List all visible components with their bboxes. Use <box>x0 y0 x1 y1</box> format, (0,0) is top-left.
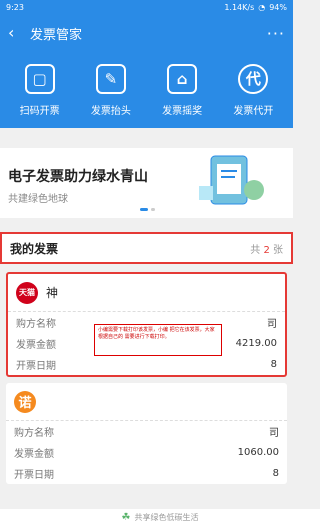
bottom-slogan: 共享绿色低碳生活 <box>134 512 199 522</box>
more-icon[interactable]: ··· <box>267 24 285 43</box>
proxy-icon: 代 <box>238 63 269 94</box>
date-label: 开票日期 <box>16 361 56 372</box>
count-suffix: 张 <box>273 244 283 256</box>
status-right: 1.14K/s ◔ 94% <box>224 3 287 12</box>
back-icon[interactable]: ‹ <box>8 25 30 41</box>
section-title: 我的发票 <box>10 241 59 256</box>
count-prefix: 共 <box>250 244 261 256</box>
tool-label: 发票代开 <box>233 105 274 117</box>
date-row: 开票日期 8 <box>8 354 285 375</box>
tool-label: 发票抬头 <box>90 105 131 117</box>
date-value: 8 <box>272 468 279 479</box>
tool-grid: ▢ 扫码开票 ✎ 发票抬头 ⌂ 发票摇奖 代 发票代开 <box>0 52 293 128</box>
tool-proxy[interactable]: 代 发票代开 <box>219 63 287 117</box>
buyer-value: 司 <box>269 428 279 439</box>
page-title: 发票管家 <box>30 27 83 43</box>
gift-icon: ⌂ <box>167 63 198 94</box>
edit-icon: ✎ <box>95 63 126 94</box>
amount-label: 发票金额 <box>14 449 54 460</box>
annotation-note: 小编需要下载打印该发票，小编 把它在该发票，大家根据自己的 需要进行下载打印。 <box>94 324 222 356</box>
date-value: 8 <box>270 359 277 370</box>
count-number: 2 <box>263 244 270 256</box>
battery-text: 94% <box>269 2 287 12</box>
invoice-header: 天猫 神 <box>8 274 285 312</box>
pager-dot <box>151 208 155 211</box>
buyer-label: 购方名称 <box>16 319 56 330</box>
tool-label: 扫码开票 <box>19 105 60 117</box>
buyer-row: 购方名称 司 <box>6 421 287 442</box>
date-label: 开票日期 <box>14 470 54 481</box>
invoice-card[interactable]: 天猫 神 购方名称 司 发票金额 4219.00 开票日期 8 小编需要下载打印… <box>6 272 287 377</box>
phone-illustration <box>199 155 264 205</box>
invoice-header: 诺 <box>6 383 287 421</box>
invoice-count: 共 2 张 <box>250 241 283 256</box>
my-invoices-header: 我的发票 共 2 张 <box>0 232 293 264</box>
buyer-label: 购方名称 <box>14 428 54 439</box>
tool-label: 发票摇奖 <box>162 105 203 117</box>
leaf-icon: ☘ <box>121 511 131 523</box>
amount-value: 1060.00 <box>237 447 279 458</box>
tool-header[interactable]: ✎ 发票抬头 <box>77 63 145 117</box>
status-bar: 9:23 1.14K/s ◔ 94% <box>0 0 293 14</box>
tool-scan[interactable]: ▢ 扫码开票 <box>6 63 74 117</box>
pager-dot <box>140 208 148 211</box>
network-speed: 1.14K/s <box>224 2 255 12</box>
status-time: 9:23 <box>6 2 24 12</box>
tmall-logo: 天猫 <box>16 281 38 304</box>
wifi-icon: ◔ <box>258 2 266 12</box>
tool-lottery[interactable]: ⌂ 发票摇奖 <box>148 63 216 117</box>
merchant-name: 神 <box>46 286 59 300</box>
amount-row: 发票金额 1060.00 <box>6 442 287 463</box>
invoice-card[interactable]: 诺 购方名称 司 发票金额 1060.00 开票日期 8 <box>6 383 287 484</box>
pager-dots <box>140 208 155 211</box>
merchant-logo: 诺 <box>14 390 36 413</box>
scan-icon: ▢ <box>24 63 55 94</box>
promo-banner[interactable]: 电子发票助力绿水青山 共建绿色地球 <box>0 148 293 218</box>
app-bar: ‹ 发票管家 ··· <box>0 14 293 52</box>
bottom-slogan-bar: ☘ 共享绿色低碳生活 <box>0 509 320 525</box>
amount-label: 发票金额 <box>16 340 56 351</box>
amount-value: 4219.00 <box>235 338 277 349</box>
date-row: 开票日期 8 <box>6 463 287 484</box>
buyer-value: 司 <box>267 319 277 330</box>
